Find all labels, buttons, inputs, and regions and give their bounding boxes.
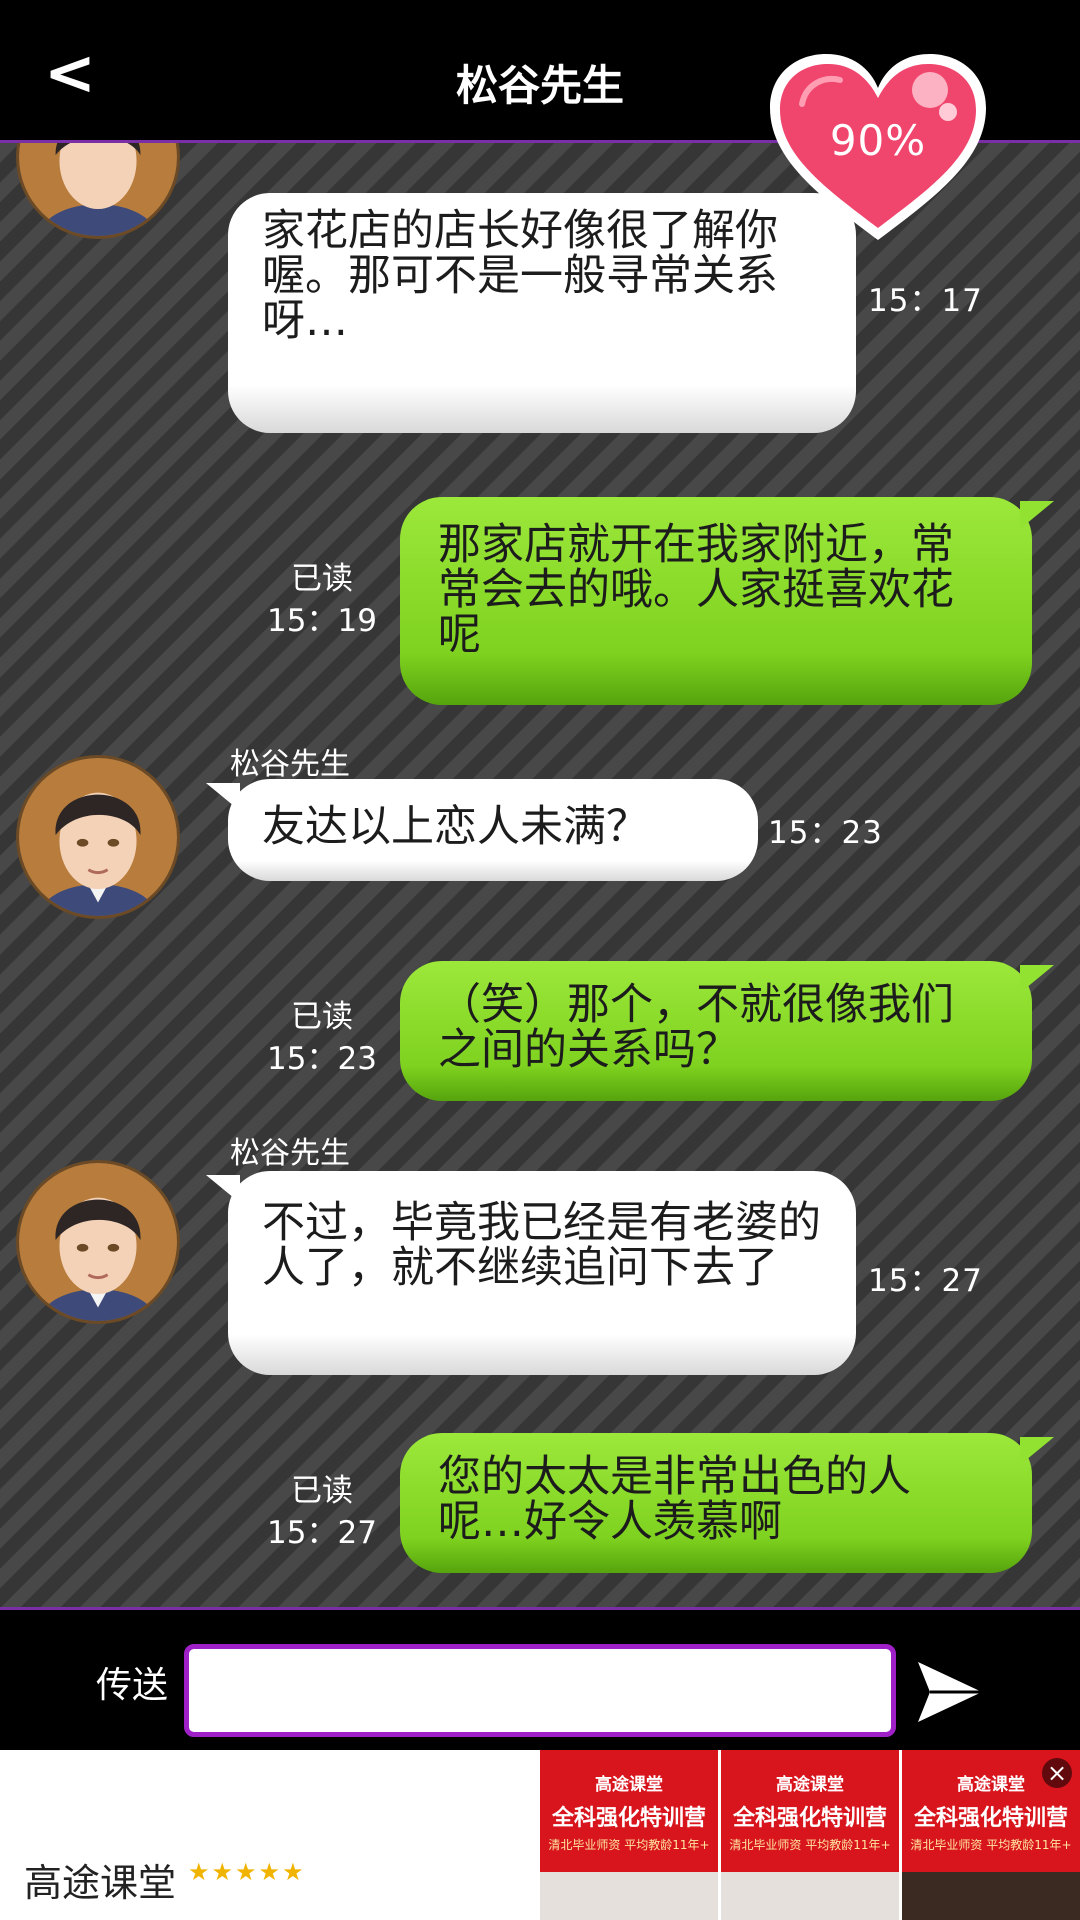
ad-brand-name: 高途课堂: [24, 1861, 177, 1905]
avatar: [16, 143, 180, 239]
message-time: 15：27: [868, 1263, 983, 1299]
read-status: 已读: [291, 561, 353, 597]
bubble-tail: [206, 1175, 240, 1203]
message-time: 15：17: [868, 283, 983, 319]
bubble-tail: [1020, 1437, 1054, 1465]
ad-tile-sub: 清北毕业师资 平均教龄11年+: [729, 1838, 891, 1852]
ad-banner[interactable]: 高途课堂 ★★★★★ 高途课堂 全科强化特训营 清北毕业师资 平均教龄11年+ …: [0, 1750, 1080, 1920]
message-text: （笑）那个，不就很像我们之间的关系吗？: [438, 980, 954, 1075]
message-bubble-outgoing: 那家店就开在我家附近，常常会去的哦。人家挺喜欢花呢: [400, 497, 1032, 705]
ad-tile-photo: [540, 1872, 718, 1920]
message-text: 家花店的店长好像很了解你喔。那可不是一般寻常关系呀…: [262, 206, 778, 346]
ad-image[interactable]: 高途课堂 全科强化特训营 清北毕业师资 平均教龄11年+: [540, 1750, 718, 1920]
message-input[interactable]: [184, 1644, 896, 1737]
message-text: 友达以上恋人未满？: [262, 802, 649, 852]
message-time: 15：23: [768, 815, 883, 851]
ad-tile-brand: 高途课堂: [595, 1775, 663, 1795]
message-time: 15：23: [267, 1041, 377, 1077]
bubble-tail: [1020, 965, 1054, 993]
avatar[interactable]: [16, 1160, 180, 1324]
close-icon[interactable]: ×: [1042, 1758, 1072, 1788]
ad-tile-sub: 清北毕业师资 平均教龄11年+: [548, 1838, 710, 1852]
ad-tile-photo: [721, 1872, 899, 1920]
affection-heart-icon: 90%: [762, 48, 994, 248]
message-time: 15：27: [267, 1515, 377, 1551]
send-icon[interactable]: [916, 1658, 984, 1726]
message-text: 您的太太是非常出色的人呢…好令人羡慕啊: [438, 1452, 911, 1547]
ad-tile-headline: 全科强化特训营: [732, 1806, 887, 1831]
avatar[interactable]: [16, 755, 180, 919]
read-receipt: 已读 15：23: [262, 996, 382, 1080]
message-bubble-outgoing: 您的太太是非常出色的人呢…好令人羡慕啊: [400, 1433, 1032, 1573]
message-text: 那家店就开在我家附近，常常会去的哦。人家挺喜欢花呢: [438, 520, 954, 660]
sender-name: 松谷先生: [230, 747, 350, 782]
read-status: 已读: [291, 1473, 353, 1509]
sender-name: 松谷先生: [230, 1136, 350, 1171]
ad-tile-brand: 高途课堂: [776, 1775, 844, 1795]
read-receipt: 已读 15：27: [262, 1470, 382, 1554]
message-bubble-incoming: 友达以上恋人未满？: [228, 779, 758, 881]
affection-percent: 90%: [829, 116, 927, 165]
ad-tile-sub: 清北毕业师资 平均教龄11年+: [910, 1838, 1072, 1852]
ad-tile-photo: [902, 1872, 1080, 1920]
message-time: 15：19: [267, 603, 377, 639]
ad-tile-headline: 全科强化特训营: [913, 1806, 1068, 1831]
ad-image[interactable]: 高途课堂 全科强化特训营 清北毕业师资 平均教龄11年+: [721, 1750, 899, 1920]
read-receipt: 已读 15：19: [262, 558, 382, 642]
send-label: 传送: [96, 1665, 169, 1706]
message-bubble-incoming: 不过，毕竟我已经是有老婆的人了，就不继续追问下去了: [228, 1171, 856, 1375]
ad-tile-headline: 全科强化特训营: [551, 1806, 706, 1831]
message-text: 不过，毕竟我已经是有老婆的人了，就不继续追问下去了: [262, 1198, 821, 1293]
bubble-tail: [206, 783, 240, 811]
chat-area[interactable]: 家花店的店长好像很了解你喔。那可不是一般寻常关系呀… 15：17 已读 15：1…: [0, 143, 1080, 1607]
message-bubble-outgoing: （笑）那个，不就很像我们之间的关系吗？: [400, 961, 1032, 1101]
read-status: 已读: [291, 999, 353, 1035]
bubble-tail: [1020, 501, 1054, 529]
message-input-bar: 传送: [0, 1607, 1080, 1750]
ad-rating-stars: ★★★★★: [188, 1858, 306, 1886]
